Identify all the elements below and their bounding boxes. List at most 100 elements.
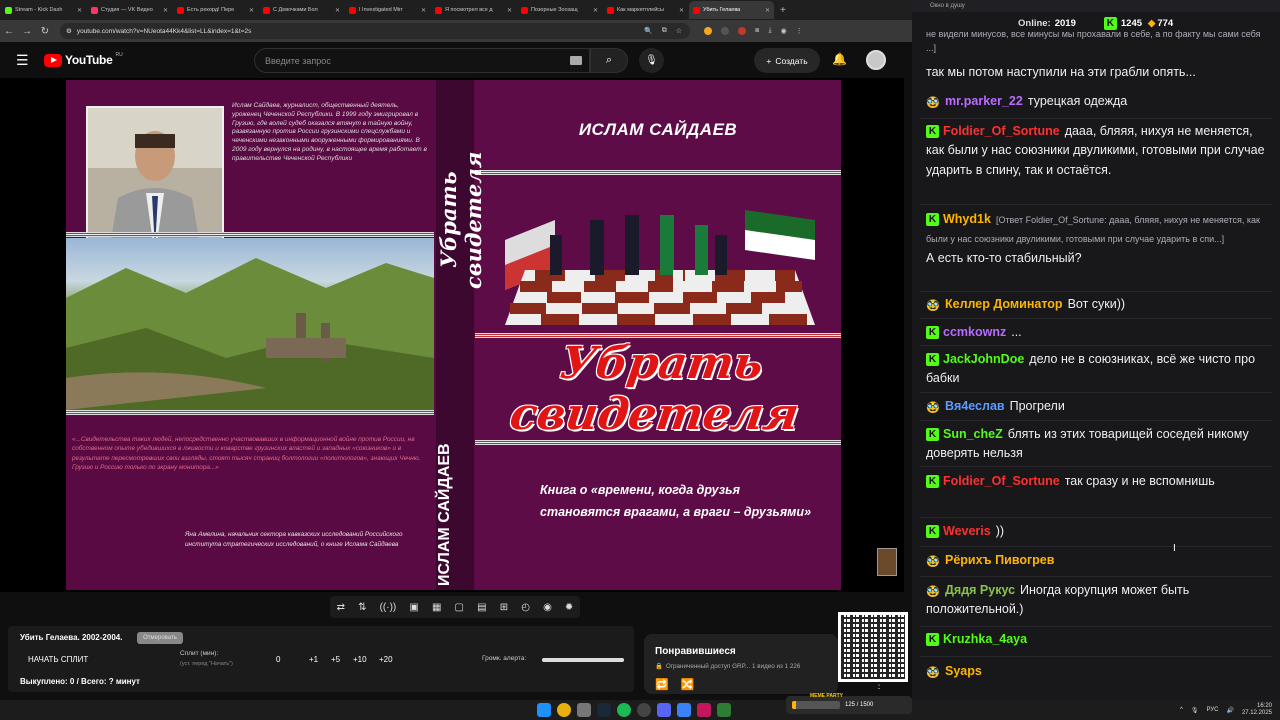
clock[interactable]: 16:20 27.12.2025 (1242, 703, 1272, 717)
puzzle-icon[interactable]: ⧈ (755, 27, 759, 35)
playlist-menu-icon[interactable]: ⋮ (874, 680, 884, 691)
split-add-10-button[interactable]: +10 (353, 655, 367, 664)
chat-username[interactable]: Келлер Доминатор (945, 297, 1063, 311)
split-add-5-button[interactable]: +5 (331, 655, 340, 664)
browser-tab[interactable]: С Девочками Бол ✕ (259, 1, 344, 19)
download-icon[interactable]: ⤓ (768, 27, 771, 35)
chat-username[interactable]: Дядя Рукус (945, 583, 1015, 597)
chat-username[interactable]: Foldier_Of_Sortune (943, 124, 1060, 138)
repeat-icon[interactable]: ⇄ (337, 602, 345, 613)
chat-username[interactable]: Syaps (945, 664, 982, 678)
app-icon[interactable] (677, 703, 691, 717)
tab-close-icon[interactable]: ✕ (765, 7, 770, 14)
chat-username[interactable]: Foldier_Of_Sortune (943, 474, 1060, 488)
voice-search-button[interactable]: 🎙 (639, 48, 664, 73)
bookmark-star-icon[interactable]: ☆ (676, 27, 682, 35)
discord-icon[interactable] (657, 703, 671, 717)
tab-close-icon[interactable]: ✕ (77, 7, 82, 14)
create-button[interactable]: + Создать (754, 48, 820, 73)
forward-icon[interactable]: → (18, 26, 36, 37)
chat-username[interactable]: Sun_cheZ (943, 427, 1003, 441)
camera-icon[interactable]: ◉ (543, 602, 552, 613)
tab-close-icon[interactable]: ✕ (163, 7, 168, 14)
sort-icon[interactable]: ⇅ (358, 602, 366, 613)
explorer-icon[interactable] (577, 703, 591, 717)
browser-tab[interactable]: Stream - Kick Dash ✕ (1, 1, 86, 19)
youtube-logo[interactable]: YouTube RU (44, 52, 123, 67)
chat-username[interactable]: mr.parker_22 (945, 94, 1023, 108)
tab-close-icon[interactable]: ✕ (335, 7, 340, 14)
tab-close-icon[interactable]: ✕ (507, 7, 512, 14)
tab-close-icon[interactable]: ✕ (421, 7, 426, 14)
search-button[interactable]: ⌕ (590, 48, 628, 73)
back-icon[interactable]: ← (0, 26, 18, 37)
screen-icon[interactable]: ▢ (455, 602, 464, 613)
browser-tab[interactable]: Я посмотрел все д ✕ (431, 1, 516, 19)
tab-close-icon[interactable]: ✕ (249, 7, 254, 14)
mic-icon: 🎙 (645, 55, 658, 66)
keyboard-icon[interactable] (570, 56, 582, 65)
speed-icon[interactable]: ◴ (521, 602, 530, 613)
chat-username[interactable]: Рёрихъ Пивогрев (945, 553, 1054, 567)
install-icon[interactable]: ⧉ (662, 27, 667, 35)
notifications-bell-icon[interactable]: 🔔 (832, 52, 847, 66)
broadcast-icon[interactable]: ((·)) (380, 602, 397, 613)
playlist-title[interactable]: Понравившиеся (655, 646, 736, 657)
chat-username[interactable]: Whyd1k (943, 212, 991, 226)
extension-icon[interactable] (704, 27, 712, 35)
browser-tab[interactable]: Как маркетплейсы ✕ (603, 1, 688, 19)
obs-icon[interactable] (637, 703, 651, 717)
new-tab-icon[interactable]: + (780, 5, 786, 16)
browser-tab[interactable]: Есть рекорд! Пере ✕ (173, 1, 258, 19)
miniplayer-icon[interactable]: ▣ (409, 602, 418, 613)
chrome-icon[interactable] (557, 703, 571, 717)
profile-icon[interactable]: ◉ (781, 27, 787, 35)
extension-icon[interactable] (721, 27, 729, 35)
chat-username[interactable]: Вя4еслав (945, 399, 1005, 413)
url-bar[interactable]: ⚙ youtube.com/watch?v=NUeota44Kk4&list=L… (60, 23, 690, 39)
app-icon[interactable] (717, 703, 731, 717)
kick-count: 1245 (1120, 17, 1143, 29)
settings-icon[interactable]: ✹ (565, 602, 573, 613)
app-icon[interactable] (697, 703, 711, 717)
chat-username[interactable]: Weveris (943, 524, 991, 538)
steam-icon[interactable] (597, 703, 611, 717)
chat-username[interactable]: JackJohnDoe (943, 352, 1024, 366)
search-input[interactable]: Введите запрос (254, 48, 590, 73)
zoom-icon[interactable]: 🔍 (644, 27, 653, 35)
tab-close-icon[interactable]: ✕ (679, 7, 684, 14)
split-add-20-button[interactable]: +20 (379, 655, 393, 664)
subtitles-icon[interactable]: ▤ (477, 602, 486, 613)
browser-tab[interactable]: Убить Гелаева ✕ (689, 1, 774, 19)
reload-icon[interactable]: ↻ (36, 26, 54, 37)
site-info-icon[interactable]: ⚙ (66, 27, 72, 35)
start-split-button[interactable]: НАЧАТЬ СПЛИТ (28, 655, 88, 664)
menu-dots-icon[interactable]: ⋮ (796, 27, 803, 35)
kick-badge-icon: K (926, 525, 939, 539)
tab-close-icon[interactable]: ✕ (593, 7, 598, 14)
loop-icon[interactable]: 🔁 (655, 678, 669, 691)
extension-icon[interactable] (738, 27, 746, 35)
chat-username[interactable]: Kruzhka_4aya (943, 632, 1027, 646)
shuffle-icon[interactable]: 🔀 (681, 678, 695, 691)
tab-favicon-icon (177, 6, 184, 14)
add-icon[interactable]: ⊞ (500, 602, 508, 613)
tray-chevron-icon[interactable]: ^ (1180, 707, 1183, 713)
split-add-1-button[interactable]: +1 (309, 655, 318, 664)
calendar-icon[interactable]: ▦ (432, 602, 441, 613)
avatar[interactable] (866, 50, 886, 70)
alert-volume-slider[interactable] (542, 658, 624, 662)
browser-tab[interactable]: I Investigated Mirr ✕ (345, 1, 430, 19)
volume-icon[interactable]: 🔊 (1226, 707, 1233, 714)
split-badge[interactable]: Отмеровать (137, 632, 183, 644)
chat-username[interactable]: ccmkownz (943, 325, 1006, 339)
browser-tab[interactable]: Студия — VK Видео ✕ (87, 1, 172, 19)
windows-start-icon[interactable] (537, 703, 551, 717)
browser-tab[interactable]: Позорные Зоозащ ✕ (517, 1, 602, 19)
language-indicator[interactable]: РУС (1206, 707, 1218, 713)
mic-tray-icon[interactable]: 🎙 (1191, 707, 1199, 714)
spotify-icon[interactable] (617, 703, 631, 717)
split-value-0[interactable]: 0 (276, 655, 280, 664)
hamburger-menu-icon[interactable]: ☰ (16, 52, 36, 69)
author-bio: Ислам Сайдаев, журналист, общественный д… (232, 102, 427, 162)
